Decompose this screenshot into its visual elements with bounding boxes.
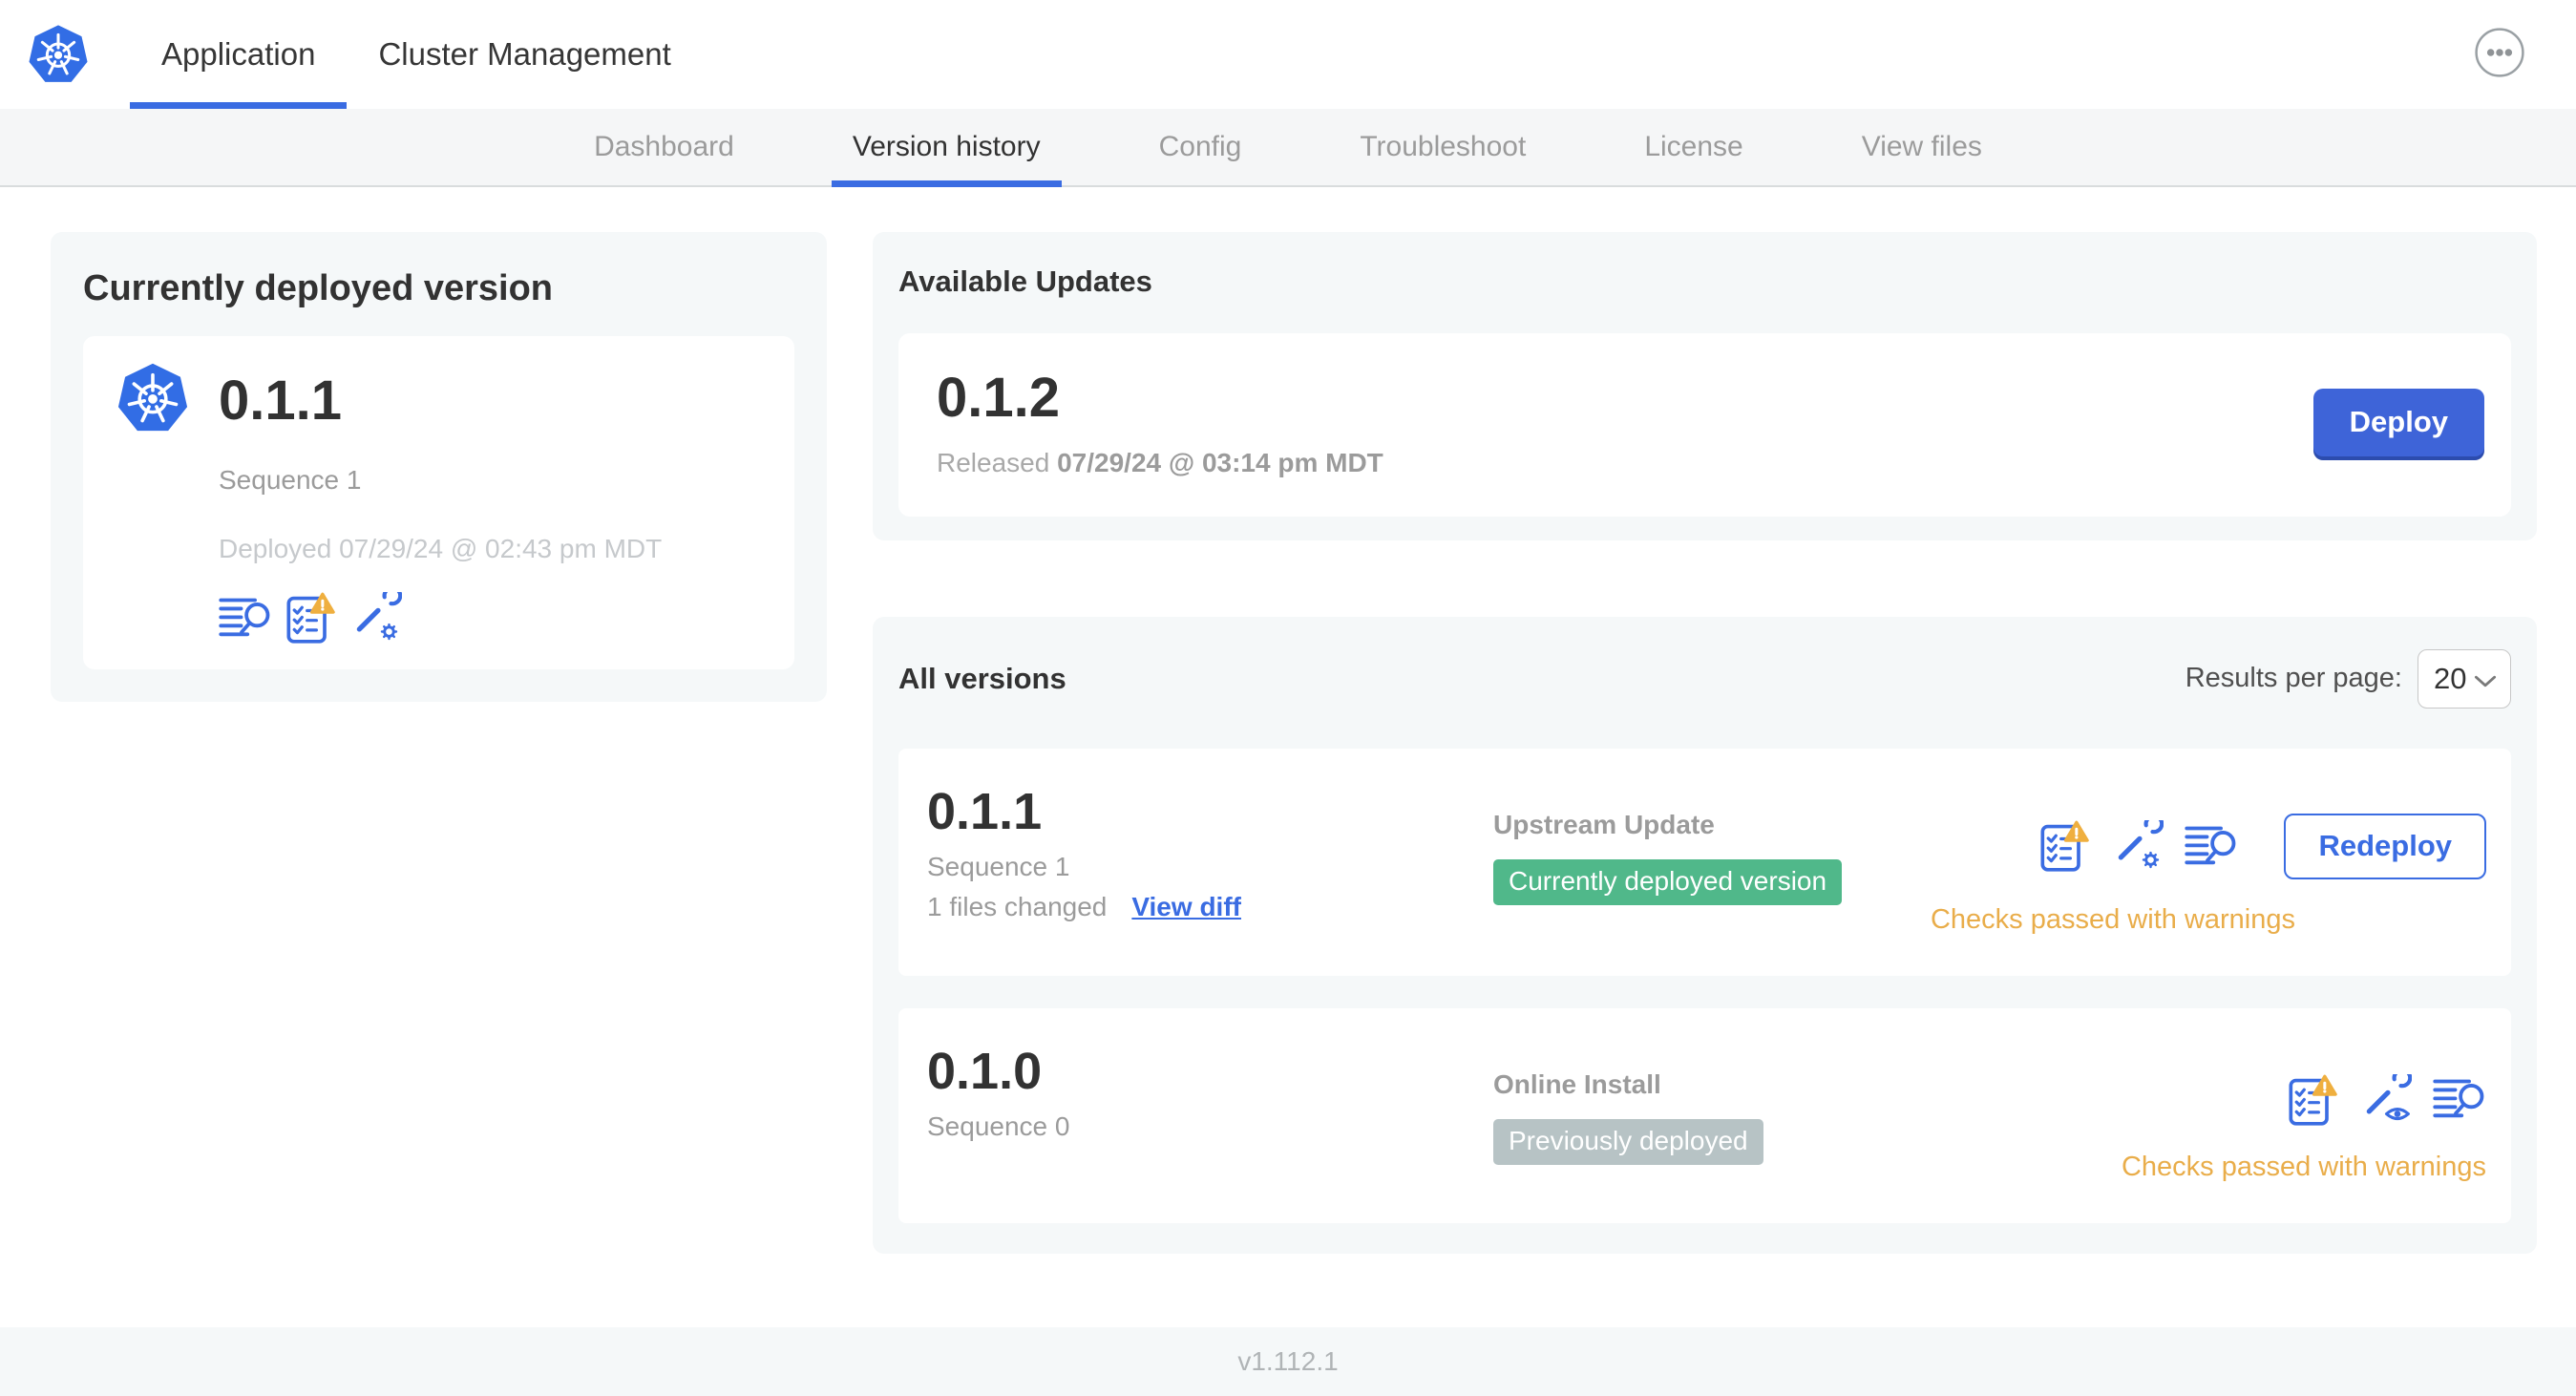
released-date: 07/29/24 @ 03:14 pm MDT	[1057, 447, 1383, 477]
row-sequence: Sequence 0	[927, 1111, 1070, 1142]
console-version: v1.112.1	[1237, 1346, 1339, 1376]
app-footer: v1.112.1	[0, 1327, 2576, 1396]
tab-application[interactable]: Application	[130, 0, 348, 109]
row-sequence: Sequence 1	[927, 852, 1070, 882]
app-header: Application Cluster Management	[0, 0, 2576, 109]
version-info: 0.1.0 Sequence 0	[927, 1045, 1493, 1143]
available-update-row: 0.1.2 Released 07/29/24 @ 03:14 pm MDT D…	[898, 333, 2511, 517]
available-updates-card: Available Updates 0.1.2 Released 07/29/2…	[873, 232, 2537, 540]
all-versions-title: All versions	[898, 661, 1066, 695]
row-version-number: 0.1.0	[927, 1042, 1043, 1100]
deployed-version-number: 0.1.1	[219, 369, 342, 432]
subnav-tab-troubleshoot[interactable]: Troubleshoot	[1300, 109, 1585, 185]
right-column: Available Updates 0.1.2 Released 07/29/2…	[873, 232, 2537, 1254]
admin-console-page: Application Cluster Management Dashboard…	[0, 0, 2576, 1396]
checks-status: Checks passed with warnings	[1930, 903, 2295, 935]
diff-icon[interactable]	[219, 596, 272, 641]
overflow-menu-button[interactable]	[2474, 27, 2525, 78]
subnav-tab-version-history[interactable]: Version history	[793, 109, 1100, 187]
version-actions: Checks passed with warnings	[2122, 1045, 2486, 1183]
deployed-sequence: Sequence 1	[219, 465, 362, 495]
header-tabs: Application Cluster Management	[130, 0, 703, 109]
update-info: 0.1.2 Released 07/29/24 @ 03:14 pm MDT	[937, 368, 1383, 478]
released-label: Released	[937, 447, 1050, 477]
ellipsis-icon	[2474, 67, 2525, 81]
source-label: Online Install	[1493, 1068, 1661, 1099]
subnav-tab-dashboard[interactable]: Dashboard	[535, 109, 793, 185]
currently-deployed-card: Currently deployed version 0.1.1 Sequenc…	[51, 232, 827, 702]
diff-icon[interactable]	[2433, 1077, 2486, 1122]
config-gear-icon[interactable]	[2112, 820, 2164, 872]
row-version-number: 0.1.1	[927, 782, 1043, 840]
source-label: Upstream Update	[1493, 809, 1715, 839]
version-source: Upstream Update Currently deployed versi…	[1493, 785, 1843, 905]
currently-deployed-badge: Currently deployed version	[1493, 858, 1843, 905]
version-history-content: Currently deployed version 0.1.1 Sequenc…	[0, 187, 2576, 1254]
update-version-number: 0.1.2	[937, 367, 1060, 429]
app-subnav: Dashboard Version history Config Trouble…	[0, 109, 2576, 187]
subnav-tab-view-files[interactable]: View files	[1803, 109, 2041, 185]
update-released-line: Released 07/29/24 @ 03:14 pm MDT	[937, 448, 1383, 478]
chevron-down-icon	[2474, 662, 2497, 696]
view-diff-link[interactable]: View diff	[1131, 892, 1241, 922]
redeploy-button[interactable]: Redeploy	[2284, 813, 2486, 879]
results-per-page-value: 20	[2434, 661, 2467, 695]
checks-status: Checks passed with warnings	[2121, 1151, 2486, 1182]
version-row: 0.1.0 Sequence 0 Online Install Previous…	[898, 1007, 2511, 1223]
config-gear-icon[interactable]	[350, 592, 402, 644]
config-view-icon[interactable]	[2360, 1074, 2412, 1126]
results-per-page-select[interactable]: 20	[2418, 648, 2511, 709]
preflight-checks-warning-icon[interactable]	[2288, 1073, 2339, 1127]
preflight-checks-warning-icon[interactable]	[2039, 819, 2091, 873]
results-per-page-label: Results per page:	[2185, 663, 2402, 694]
deployed-timestamp: Deployed 07/29/24 @ 02:43 pm MDT	[219, 534, 663, 563]
kubernetes-logo	[27, 0, 90, 109]
available-updates-title: Available Updates	[898, 264, 1152, 298]
currently-deployed-title: Currently deployed version	[83, 268, 554, 308]
diff-icon[interactable]	[2185, 824, 2238, 869]
tab-cluster-management[interactable]: Cluster Management	[347, 0, 702, 109]
version-source: Online Install Previously deployed	[1493, 1045, 1763, 1165]
previously-deployed-badge: Previously deployed	[1493, 1118, 1763, 1165]
files-changed-label: 1 files changed	[927, 892, 1108, 922]
deploy-button[interactable]: Deploy	[2312, 389, 2484, 457]
deployed-version-actions	[219, 591, 766, 645]
results-per-page: Results per page: 20	[2185, 648, 2511, 709]
subnav-tab-license[interactable]: License	[1585, 109, 1802, 185]
preflight-checks-warning-icon[interactable]	[285, 591, 337, 645]
all-versions-header: All versions Results per page: 20	[898, 648, 2511, 709]
kubernetes-logo	[116, 361, 190, 440]
version-actions: Redeploy Checks passed with warnings	[1931, 785, 2486, 936]
all-versions-card: All versions Results per page: 20 0.1.1 …	[873, 616, 2537, 1254]
version-row: 0.1.1 Sequence 1 1 files changed View di…	[898, 748, 2511, 976]
version-info: 0.1.1 Sequence 1 1 files changed View di…	[927, 785, 1493, 923]
deployed-version-panel: 0.1.1 Sequence 1 Deployed 07/29/24 @ 02:…	[83, 336, 794, 669]
subnav-tab-config[interactable]: Config	[1100, 109, 1301, 185]
